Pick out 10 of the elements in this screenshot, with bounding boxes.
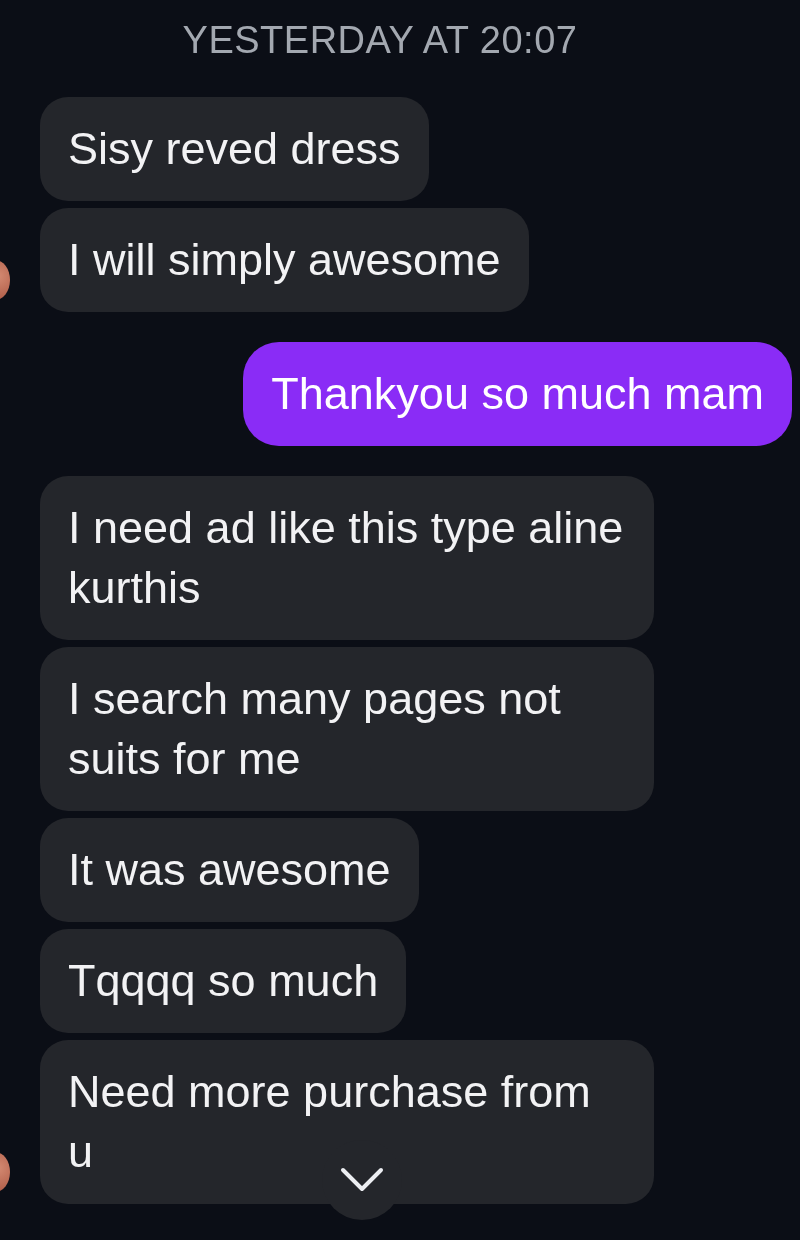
received-message: I search many pages not suits for me xyxy=(40,647,654,811)
timestamp: YESTERDAY AT 20:07 xyxy=(181,18,579,63)
received-message: I will simply awesome xyxy=(40,208,529,312)
received-message: Need more purchase from u xyxy=(40,1040,654,1204)
received-message: Sisy reved dress xyxy=(40,97,429,201)
received-message: It was awesome xyxy=(40,818,419,922)
received-message: Tqqqq so much xyxy=(40,929,407,1033)
chevron-down-icon xyxy=(340,1167,384,1193)
sent-message: Thankyou so much mam xyxy=(243,342,792,446)
received-message: I need ad like this type aline kurthis xyxy=(40,476,654,640)
